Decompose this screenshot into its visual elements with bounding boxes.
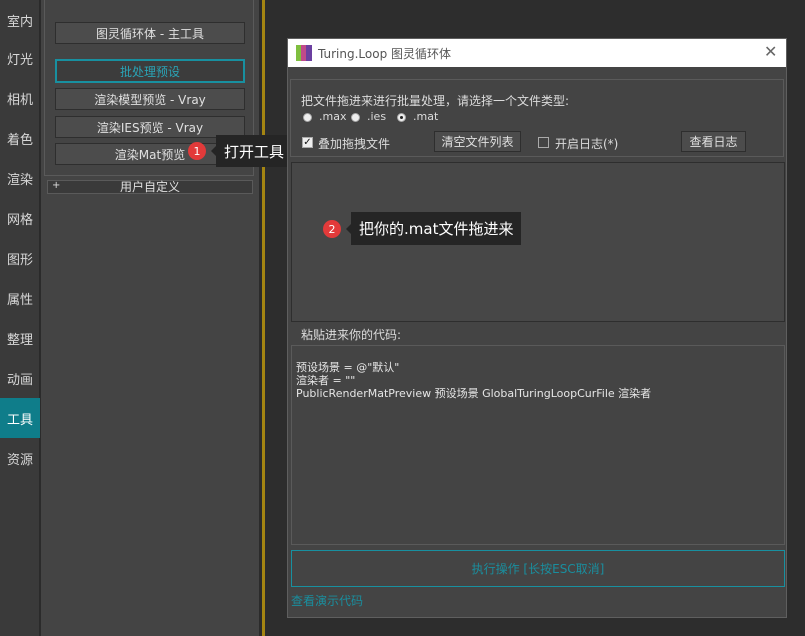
batch-preset-button[interactable]: 批处理预设 [55,59,245,83]
step-badge-2: 2 [323,220,341,238]
enable-log-label: 开启日志(*) [555,137,619,151]
sidebar-item-tools[interactable]: 工具 [0,398,40,438]
dialog-title: Turing.Loop 图灵循环体 [318,47,452,61]
main-tool-button[interactable]: 图灵循环体 - 主工具 [55,22,245,44]
sidebar-item-mesh[interactable]: 网格 [0,198,40,238]
radio-mat[interactable] [397,113,406,122]
radio-ies-label: .ies [367,110,387,123]
radio-max[interactable] [303,113,312,122]
instruction-label: 把文件拖进来进行批量处理，请选择一个文件类型: [301,94,570,108]
sidebar-item-animation[interactable]: 动画 [0,358,40,398]
enable-log-checkbox[interactable] [538,137,549,148]
close-icon[interactable]: ✕ [764,42,777,61]
append-drag-checkbox[interactable]: ✓ [302,137,313,148]
radio-ies[interactable] [351,113,360,122]
code-line-2: 渲染者 = "" [296,374,356,387]
sidebar-item-properties[interactable]: 属性 [0,278,40,318]
sidebar-item-shapes[interactable]: 图形 [0,238,40,278]
paste-code-label: 粘贴进来你的代码: [301,328,402,342]
clear-file-list-button[interactable]: 清空文件列表 [434,131,521,152]
radio-max-label: .max [319,110,347,123]
execute-button[interactable]: 执行操作 [长按ESC取消] [291,550,785,587]
view-log-button[interactable]: 查看日志 [681,131,746,152]
sidebar-item-camera[interactable]: 相机 [0,78,40,118]
code-line-3: PublicRenderMatPreview 预设场景 GlobalTuring… [296,387,652,400]
sidebar-item-render[interactable]: 渲染 [0,158,40,198]
render-model-preview-button[interactable]: 渲染模型预览 - Vray [55,88,245,110]
radio-mat-label: .mat [413,110,439,123]
callout-drag-mat: 把你的.mat文件拖进来 [345,212,522,245]
view-demo-code-link[interactable]: 查看演示代码 [291,592,363,609]
callout-open-tool: 打开工具 [210,135,293,167]
append-drag-label: 叠加拖拽文件 [318,137,391,151]
app-logo-icon [296,45,312,61]
user-custom-label: 用户自定义 [119,180,180,194]
code-line-1: 预设场景 = @"默认" [296,361,400,374]
category-sidebar: 室内 灯光 相机 着色 渲染 网格 图形 属性 整理 动画 工具 资源 [0,0,40,636]
sidebar-item-interior[interactable]: 室内 [0,0,40,40]
step-badge-1: 1 [188,142,206,160]
sidebar-item-lights[interactable]: 灯光 [0,38,40,78]
code-textarea[interactable] [291,345,785,545]
sidebar-item-assets[interactable]: 资源 [0,438,40,478]
sidebar-item-shading[interactable]: 着色 [0,118,40,158]
sidebar-item-organize[interactable]: 整理 [0,318,40,358]
